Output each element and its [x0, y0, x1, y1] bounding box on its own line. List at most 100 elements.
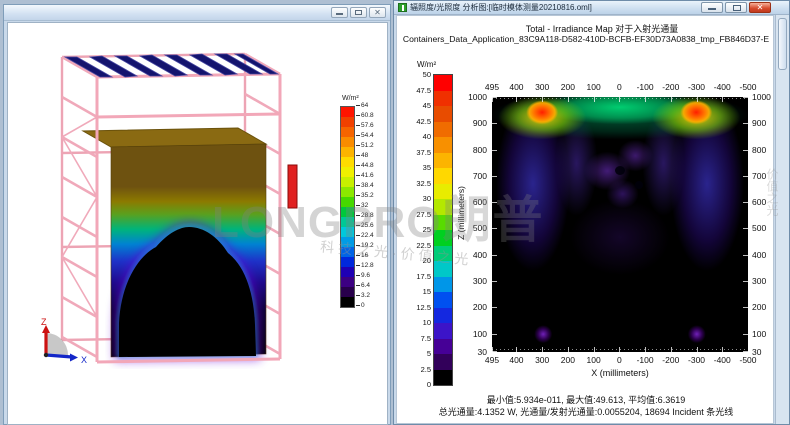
y-tick-label: 800 [453, 145, 487, 155]
minimize-button[interactable] [331, 7, 348, 18]
legend-band [434, 122, 452, 138]
left-colorbar: W/m² 6460.857.654.451.24844.841.638.435.… [338, 95, 386, 319]
legend-band [341, 107, 354, 117]
legend-band [341, 147, 354, 157]
legend-band [341, 207, 354, 217]
plot-tick [743, 97, 748, 98]
legend-band [434, 199, 452, 215]
legend-label: 57.6 [356, 122, 374, 129]
x-axis-label: X [81, 355, 87, 365]
legend-label: 16 [356, 252, 368, 259]
y-tick-label: 300 [453, 276, 487, 286]
legend-label: 42.5 [409, 117, 431, 126]
left-colorbar-unit: W/m² [342, 95, 386, 102]
close-icon[interactable]: ✕ [749, 2, 771, 13]
legend-label: 47.5 [409, 86, 431, 95]
left-legend-bar [340, 106, 355, 308]
plot-tick [492, 150, 497, 151]
legend-band [341, 257, 354, 267]
scrollbar-thumb[interactable] [778, 18, 787, 70]
plot-tick [492, 176, 497, 177]
legend-label: 32.5 [409, 179, 431, 188]
legend-label: 0 [356, 302, 365, 309]
app-root: ✕ [0, 0, 790, 425]
legend-band [434, 184, 452, 200]
plot-tick [645, 347, 646, 352]
plot-tick [542, 347, 543, 352]
legend-band [434, 91, 452, 107]
plot-tick [542, 97, 543, 102]
legend-label: 15 [409, 287, 431, 296]
3d-scene: Z X [8, 23, 387, 424]
legend-label: 64 [356, 102, 368, 109]
right-colorbar-unit: W/m² [417, 60, 436, 69]
legend-label: 6.4 [356, 282, 370, 289]
legend-label: 35.2 [356, 192, 374, 199]
legend-label: 10 [409, 318, 431, 327]
plot-tick [743, 255, 748, 256]
legend-band [434, 106, 452, 122]
plot-tick [748, 347, 749, 352]
legend-label: 12.5 [409, 303, 431, 312]
legend-band [434, 292, 452, 308]
legend-band [434, 75, 452, 91]
legend-band [341, 227, 354, 237]
irradiance-map-content: Total - Irradiance Map 对于入射光通量 Container… [396, 15, 774, 424]
plot-tick [743, 202, 748, 203]
legend-label: 54.4 [356, 132, 374, 139]
legend-label: 22.5 [409, 241, 431, 250]
right-legend-bar [433, 74, 453, 386]
legend-label: 32 [356, 202, 368, 209]
legend-label: 20 [409, 256, 431, 265]
left-window-titlebar[interactable]: ✕ [4, 5, 390, 21]
maximize-button[interactable] [725, 2, 747, 13]
legend-band [341, 217, 354, 227]
legend-label: 35 [409, 163, 431, 172]
legend-label: 3.2 [356, 292, 370, 299]
plot-tick [697, 347, 698, 352]
legend-label: 0 [409, 380, 431, 389]
plot-tick [492, 228, 497, 229]
legend-band [341, 297, 354, 307]
legend-band [341, 117, 354, 127]
x-axis-title: X (millimeters) [492, 368, 748, 378]
legend-band [341, 137, 354, 147]
legend-label: 17.5 [409, 272, 431, 281]
plot-tick [594, 347, 595, 352]
close-icon[interactable]: ✕ [369, 7, 386, 18]
window-title: 辐照度/光照度 分析图:[临时模体测量20210816.oml] [410, 2, 701, 13]
legend-label: 7.5 [409, 334, 431, 343]
legend-label: 37.5 [409, 148, 431, 157]
plot-tick [743, 351, 748, 352]
plot-tick [492, 255, 497, 256]
y-tick-label: 100 [453, 329, 487, 339]
minimize-button[interactable] [701, 2, 723, 13]
legend-band [434, 261, 452, 277]
plot-tick [748, 97, 749, 102]
heatmap-plot[interactable] [492, 97, 748, 352]
legend-band [341, 157, 354, 167]
plot-tick [492, 334, 497, 335]
vertical-scrollbar[interactable] [775, 15, 789, 424]
plot-tick [492, 307, 497, 308]
plot-tick [492, 202, 497, 203]
plot-tick [492, 351, 497, 352]
legend-band [434, 354, 452, 370]
legend-label: 51.2 [356, 142, 374, 149]
plot-tick [492, 281, 497, 282]
plot-tick [594, 97, 595, 102]
3d-viewport[interactable]: Z X W/m² 6460.857.654.451.24844.841.638.… [7, 22, 388, 425]
legend-label: 50 [409, 70, 431, 79]
rack-left-side [62, 57, 97, 357]
right-window-titlebar[interactable]: 辐照度/光照度 分析图:[临时模体测量20210816.oml] ✕ [394, 1, 789, 15]
x-axis-arrow-icon [70, 354, 78, 362]
legend-label: 22.4 [356, 232, 374, 239]
plot-tick [743, 307, 748, 308]
legend-band [434, 215, 452, 231]
plot-tick [568, 97, 569, 102]
restore-button[interactable] [350, 7, 367, 18]
legend-label: 38.4 [356, 182, 374, 189]
legend-label: 12.8 [356, 262, 374, 269]
legend-band [341, 197, 354, 207]
legend-band [434, 277, 452, 293]
